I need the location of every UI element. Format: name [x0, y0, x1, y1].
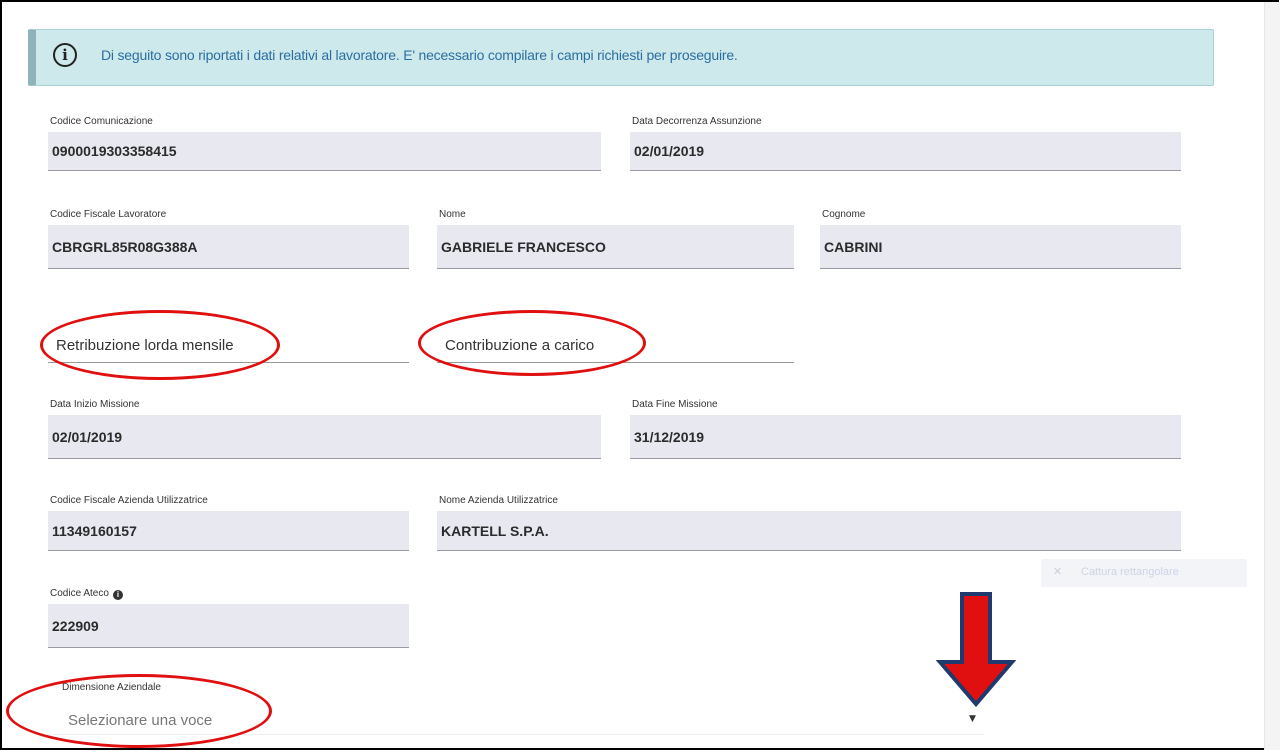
field-label: Nome Azienda Utilizzatrice: [439, 495, 558, 506]
codice-ateco-input[interactable]: 222909: [48, 604, 409, 648]
alert-message: Di seguito sono riportati i dati relativ…: [101, 47, 738, 63]
field-value: CBRGRL85R08G388A: [52, 239, 198, 255]
data-decorrenza-input[interactable]: 02/01/2019: [630, 132, 1181, 171]
chevron-down-icon: ▼: [969, 714, 976, 724]
field-value: 02/01/2019: [634, 143, 705, 159]
field-label: Codice Fiscale Lavoratore: [50, 209, 167, 220]
nome-input[interactable]: GABRIELE FRANCESCO: [437, 225, 794, 269]
field-label: Codice Ateco i: [50, 588, 123, 600]
info-alert: i Di seguito sono riportati i dati relat…: [28, 29, 1214, 86]
data-fine-input[interactable]: 31/12/2019: [630, 415, 1181, 459]
info-icon: i: [53, 43, 77, 67]
field-value: 11349160157: [52, 523, 137, 539]
codice-fiscale-input[interactable]: CBRGRL85R08G388A: [48, 225, 409, 269]
codice-ateco-label: Codice Ateco: [50, 588, 109, 599]
close-icon: ✕: [1053, 565, 1063, 578]
field-value: 222909: [52, 618, 99, 634]
field-value: 02/01/2019: [52, 429, 123, 445]
field-value: GABRIELE FRANCESCO: [441, 239, 606, 255]
info-icon[interactable]: i: [112, 590, 123, 600]
cf-azienda-input[interactable]: 11349160157: [48, 511, 409, 551]
codice-comunicazione-input[interactable]: 0900019303358415: [48, 132, 601, 171]
field-label: Codice Comunicazione: [50, 116, 153, 127]
annotation-ellipse: [40, 310, 280, 380]
field-label: Data Inizio Missione: [50, 399, 140, 410]
field-label: Nome: [439, 209, 466, 220]
annotation-ellipse: [6, 674, 272, 748]
vertical-scrollbar[interactable]: [1264, 2, 1280, 750]
capture-label: Cattura rettangolare: [1081, 566, 1179, 578]
field-label: Codice Fiscale Azienda Utilizzatrice: [50, 495, 208, 506]
field-value: 0900019303358415: [52, 143, 177, 159]
field-value: CABRINI: [824, 239, 883, 255]
field-value: 31/12/2019: [634, 429, 705, 445]
field-label: Data Decorrenza Assunzione: [632, 116, 762, 127]
field-label: Cognome: [822, 209, 866, 220]
field-label: Data Fine Missione: [632, 399, 718, 410]
cognome-input[interactable]: CABRINI: [820, 225, 1181, 269]
nome-azienda-input[interactable]: KARTELL S.P.A.: [437, 511, 1181, 551]
field-value: KARTELL S.P.A.: [441, 523, 549, 539]
annotation-ellipse: [418, 310, 646, 376]
data-inizio-input[interactable]: 02/01/2019: [48, 415, 601, 459]
arrow-down-icon: [936, 592, 1016, 708]
rectangular-capture-button[interactable]: ✕ Cattura rettangolare: [1041, 559, 1247, 587]
